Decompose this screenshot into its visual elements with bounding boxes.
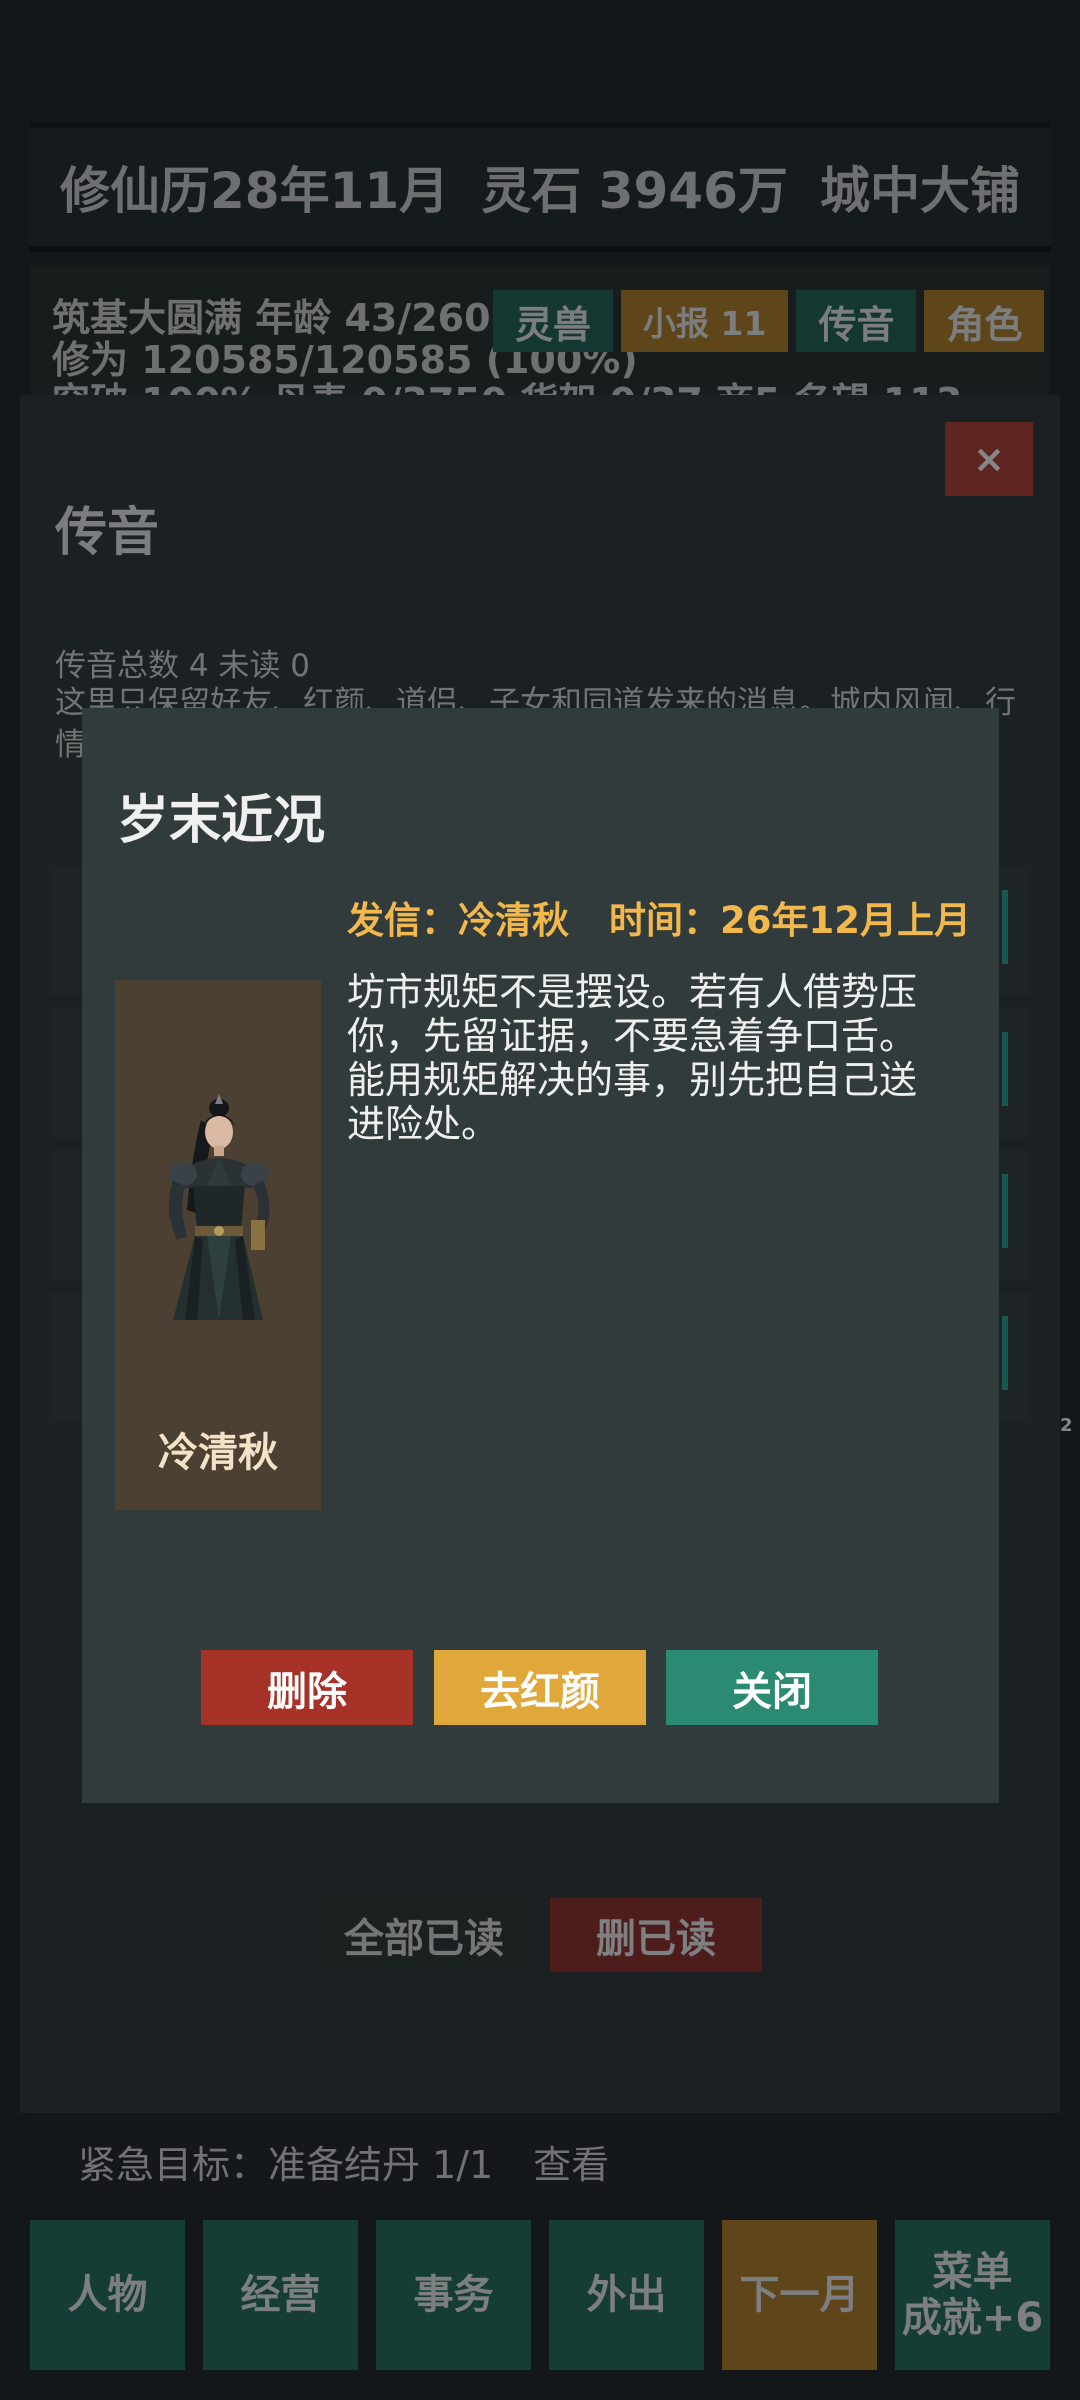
sender-portrait: 冷清秋	[115, 980, 321, 1510]
letter-title: 岁末近况	[117, 791, 326, 851]
letter-sender: 发信：冷清秋	[347, 899, 569, 942]
letter-time: 时间：26年12月上月	[609, 899, 971, 942]
letter-body: 坊市规矩不是摆设。若有人借势压你，先留证据，不要急着争口舌。能用规矩解决的事，别…	[347, 970, 918, 1146]
letter-meta: 发信：冷清秋 时间：26年12月上月	[347, 890, 971, 944]
sender-name: 冷清秋	[158, 1430, 278, 1476]
cultivator-portrait-illustration	[168, 1094, 270, 1320]
delete-letter-button[interactable]: 删除	[201, 1650, 413, 1725]
close-letter-button[interactable]: 关闭	[666, 1650, 878, 1725]
letter-dialog: 岁末近况 发信：冷清秋 时间：26年12月上月 冷清秋 坊市规矩不是摆设。若有人…	[82, 708, 999, 1803]
go-to-companion-button[interactable]: 去红颜	[434, 1650, 646, 1725]
